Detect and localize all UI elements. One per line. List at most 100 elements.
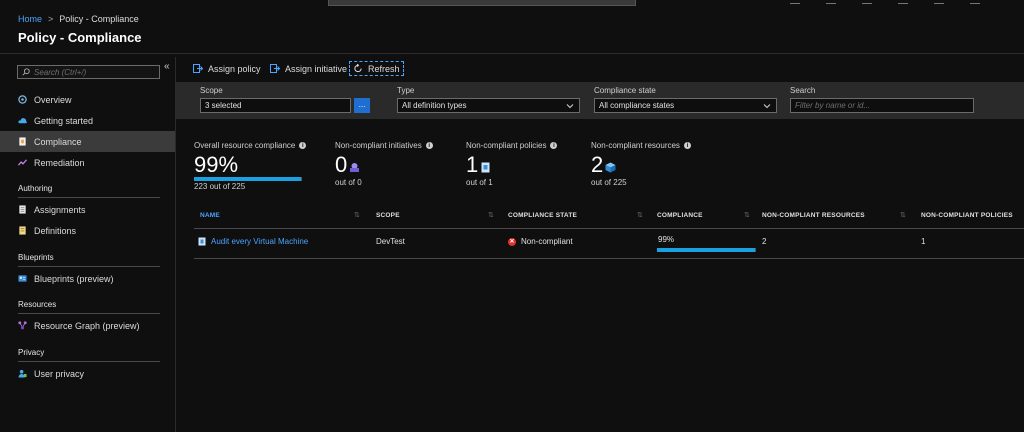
sort-icon[interactable]: ⇅ [488, 211, 494, 219]
section-privacy: Privacy [18, 348, 45, 357]
sidebar-item-resource-graph[interactable]: Resource Graph (preview) [0, 315, 175, 336]
sidebar: Search (Ctrl+/) « Overview Getting start… [0, 57, 176, 432]
sidebar-item-label: Resource Graph (preview) [34, 320, 140, 331]
sidebar-item-compliance[interactable]: Compliance [0, 131, 175, 152]
row-name-link[interactable]: Audit every Virtual Machine [211, 237, 308, 246]
notifications-icon[interactable] [862, 0, 872, 4]
sort-icon[interactable]: ⇅ [637, 211, 643, 219]
refresh-icon [354, 64, 362, 73]
section-divider [18, 361, 160, 362]
compliance-state-label: Compliance state [594, 86, 656, 95]
overall-compliance-count: 223 out of 225 [194, 182, 246, 191]
refresh-button[interactable]: Refresh [349, 61, 404, 76]
feedback-icon[interactable] [970, 0, 980, 4]
sort-icon[interactable]: ⇅ [354, 211, 360, 219]
type-value: All definition types [402, 101, 467, 110]
compliance-icon [19, 137, 26, 146]
type-label: Type [397, 86, 415, 95]
policy-definition-icon [198, 237, 206, 246]
row-compliance-bar [657, 248, 756, 252]
assign-icon [270, 64, 280, 73]
sidebar-item-label: Compliance [34, 136, 82, 147]
breadcrumb-current: Policy - Compliance [59, 14, 139, 24]
row-name-cell[interactable]: Audit every Virtual Machine [198, 237, 308, 246]
sidebar-item-label: Definitions [34, 225, 77, 236]
search-icon [22, 68, 30, 76]
noncompliant-initiatives-label: Non-compliant initiatives [335, 141, 422, 150]
noncompliant-policies-tile: Non-compliant policies i 1 out of 1 [466, 141, 558, 187]
cloud-shell-icon[interactable] [790, 0, 800, 4]
scope-value: 3 selected [205, 101, 242, 110]
sidebar-item-label: Assignments [34, 204, 86, 215]
compliance-state-dropdown[interactable]: All compliance states [594, 98, 777, 113]
sidebar-item-label: User privacy [34, 368, 85, 379]
help-icon[interactable] [934, 0, 944, 4]
sidebar-item-label: Overview [34, 94, 72, 105]
sidebar-search-input[interactable]: Search (Ctrl+/) [17, 65, 160, 79]
sidebar-item-definitions[interactable]: Definitions [0, 220, 175, 241]
sidebar-item-label: Blueprints (preview) [34, 273, 114, 284]
row-noncompliant-policies-cell: 1 [921, 237, 926, 246]
row-state-label: Non-compliant [521, 237, 573, 246]
sidebar-item-label: Remediation [34, 157, 85, 168]
user-privacy-icon [18, 369, 27, 378]
column-header-compliance[interactable]: COMPLIANCE [657, 205, 703, 225]
noncompliant-resources-total: out of 225 [591, 178, 627, 187]
section-blueprints: Blueprints [18, 253, 54, 262]
sidebar-item-assignments[interactable]: Assignments [0, 199, 175, 220]
assign-policy-label: Assign policy [208, 63, 261, 74]
info-icon[interactable]: i [425, 142, 433, 149]
column-header-noncompliant-resources[interactable]: NON-COMPLIANT RESOURCES [762, 205, 865, 225]
sort-icon[interactable]: ⇅ [900, 211, 906, 219]
directory-icon[interactable] [826, 0, 836, 4]
scope-picker-button[interactable]: ... [354, 98, 370, 113]
sidebar-item-remediation[interactable]: Remediation [0, 152, 175, 173]
overview-icon [18, 95, 27, 104]
column-header-noncompliant-policies[interactable]: NON-COMPLIANT POLICIES [921, 205, 1013, 225]
noncompliant-resources-tile: Non-compliant resources i 2 out of 225 [591, 141, 691, 187]
breadcrumb-home-link[interactable]: Home [18, 14, 42, 24]
policy-icon [481, 162, 490, 173]
section-divider [18, 313, 160, 314]
sidebar-item-overview[interactable]: Overview [0, 89, 175, 110]
search-label: Search [790, 86, 816, 95]
noncompliant-policies-label: Non-compliant policies [466, 141, 547, 150]
collapse-sidebar-icon[interactable]: « [164, 61, 170, 72]
resource-cube-icon [605, 162, 616, 173]
top-search-bar[interactable] [328, 0, 636, 6]
blueprints-icon [18, 275, 27, 282]
filter-search-input[interactable]: Filter by name or id... [790, 98, 974, 113]
settings-icon[interactable] [898, 0, 908, 4]
assign-initiative-button[interactable]: Assign initiative [267, 61, 350, 76]
info-icon[interactable]: i [683, 142, 691, 149]
window-top-strip [0, 0, 1024, 7]
info-icon[interactable]: i [299, 142, 307, 149]
noncompliant-resources-label: Non-compliant resources [591, 141, 680, 150]
column-header-name[interactable]: NAME [200, 205, 220, 225]
overall-compliance-bar-fill [194, 177, 301, 181]
assignments-icon [19, 205, 26, 214]
assign-policy-button[interactable]: Assign policy [190, 61, 264, 76]
noncompliant-resources-value: 2 [591, 152, 604, 177]
refresh-label: Refresh [368, 63, 400, 74]
sort-icon[interactable]: ⇅ [744, 211, 750, 219]
column-header-scope[interactable]: SCOPE [376, 205, 400, 225]
sidebar-item-blueprints[interactable]: Blueprints (preview) [0, 268, 175, 289]
info-icon[interactable]: i [550, 142, 558, 149]
scope-field[interactable]: 3 selected [200, 98, 351, 113]
cloud-icon [18, 118, 27, 124]
table-row[interactable]: Audit every Virtual Machine DevTest ✕ No… [194, 229, 1024, 259]
filter-search-placeholder: Filter by name or id... [795, 101, 871, 110]
overall-compliance-tile: Overall resource compliance i 99% 223 out… [194, 141, 307, 191]
breadcrumb-separator: > [48, 14, 54, 24]
sidebar-item-label: Getting started [34, 115, 94, 126]
sidebar-item-user-privacy[interactable]: User privacy [0, 363, 175, 384]
title-divider [0, 53, 1024, 54]
initiative-icon [350, 163, 360, 172]
sidebar-item-getting-started[interactable]: Getting started [0, 110, 175, 131]
compliance-state-value: All compliance states [599, 101, 675, 110]
column-header-compliance-state[interactable]: COMPLIANCE STATE [508, 205, 577, 225]
type-dropdown[interactable]: All definition types [397, 98, 580, 113]
chevron-down-icon [566, 104, 574, 109]
section-divider [18, 266, 160, 267]
